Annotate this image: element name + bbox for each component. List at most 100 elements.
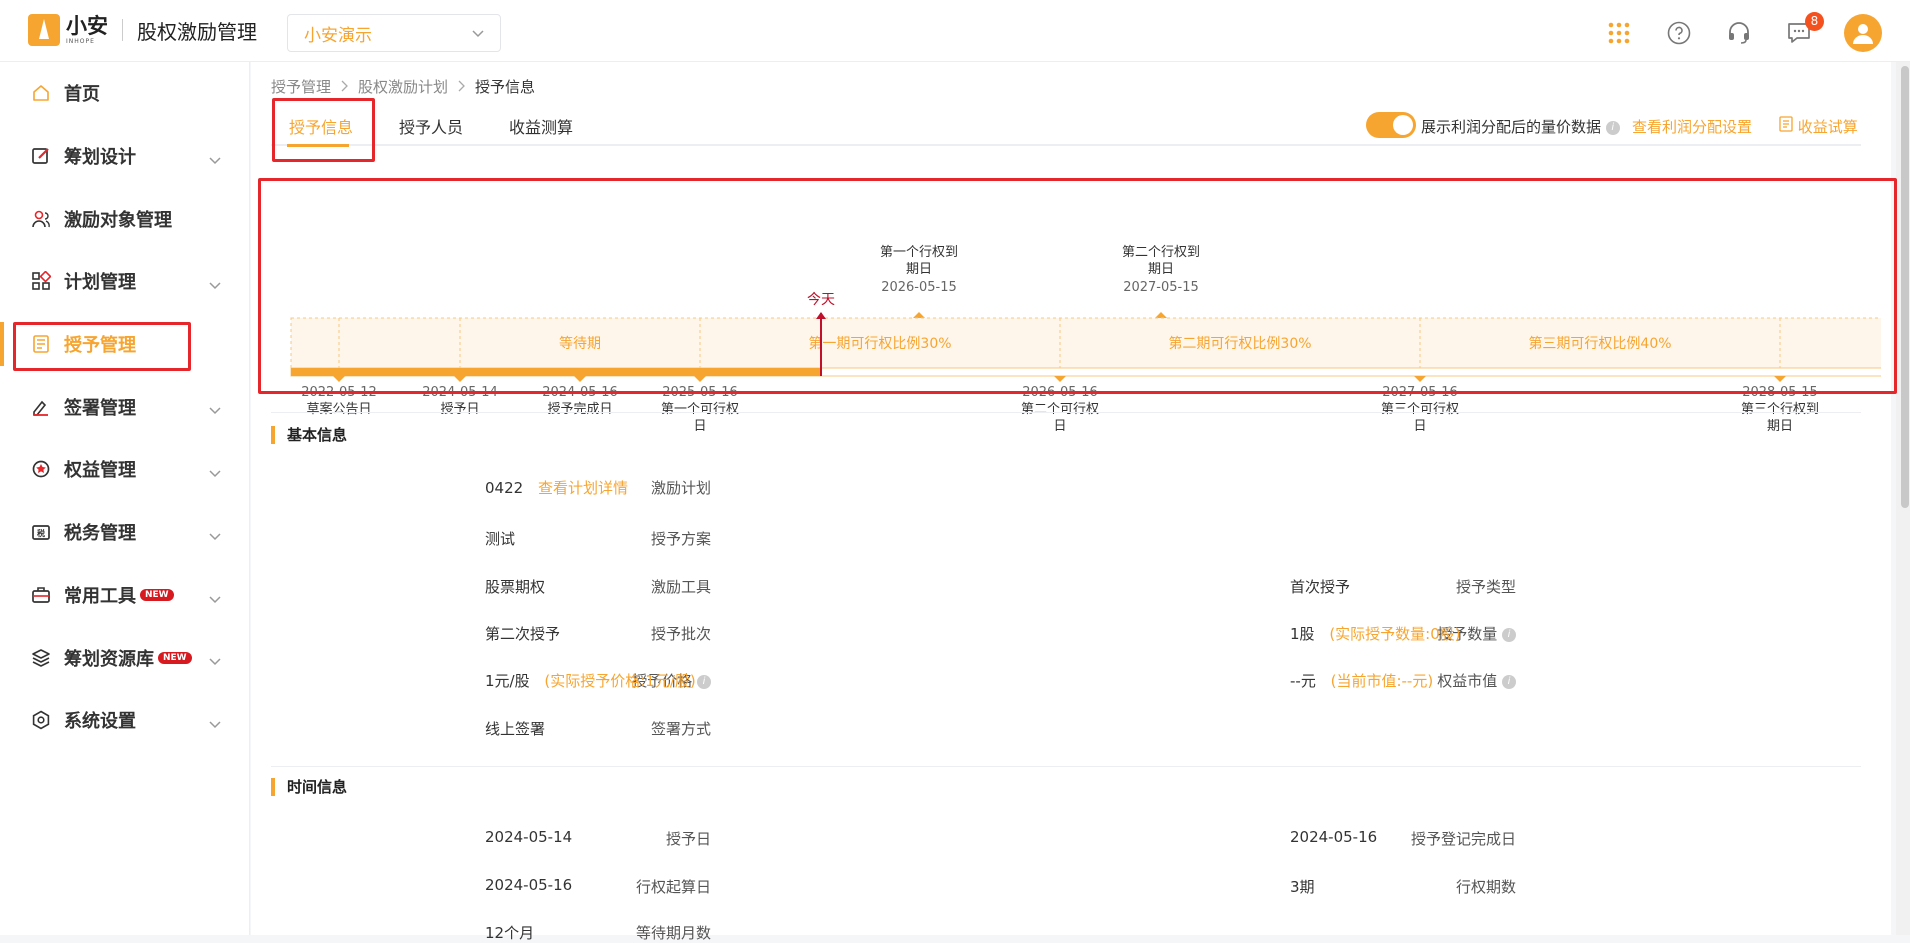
company-select[interactable]: 小安演示 bbox=[287, 14, 501, 52]
sidebar: 首页 筹划设计 激励对象管理 计划管理 授予管理 签署管理 权益管理税税务管理 常用工具 NEW… bbox=[0, 62, 250, 935]
chevron-down-icon bbox=[209, 525, 221, 546]
chevron-down-icon bbox=[209, 399, 221, 420]
logo[interactable]: 小安 INHOPE 股权激励管理 bbox=[28, 14, 257, 46]
edit-icon bbox=[30, 145, 52, 167]
info-icon[interactable]: i bbox=[1502, 674, 1516, 689]
toolbox-icon bbox=[30, 584, 52, 606]
sidebar-item-label: 筹划资源库 bbox=[64, 648, 154, 670]
field-row-grant-date: 授予日 2024-05-14 授予登记完成日 2024-05-16 bbox=[251, 828, 1891, 848]
batch-value: 第二次授予 bbox=[485, 625, 561, 643]
message-count-badge: 8 bbox=[1805, 12, 1824, 31]
exercise-start-label: 行权起算日 bbox=[635, 878, 711, 896]
market-value: --元 bbox=[1290, 672, 1316, 690]
sidebar-item-label: 权益管理 bbox=[64, 460, 136, 482]
info-icon[interactable]: i bbox=[697, 674, 711, 689]
new-badge: NEW bbox=[158, 651, 192, 664]
apps-grid-icon[interactable] bbox=[1604, 18, 1634, 48]
market-label: 权益市值 bbox=[1437, 672, 1498, 690]
scrollbar-thumb[interactable] bbox=[1901, 66, 1909, 508]
sidebar-item-label: 签署管理 bbox=[64, 397, 136, 419]
sign-label: 签署方式 bbox=[650, 720, 711, 738]
field-row-scheme: 授予方案 测试 bbox=[251, 528, 1891, 548]
breadcrumb: 授予管理 股权激励计划 授予信息 bbox=[271, 76, 535, 97]
plan-label: 激励计划 bbox=[650, 479, 711, 497]
breadcrumb-current: 授予信息 bbox=[475, 78, 536, 96]
price-value: 1元/股 bbox=[485, 672, 530, 690]
sidebar-item-4[interactable]: 计划管理 bbox=[0, 250, 249, 313]
registration-date-label: 授予登记完成日 bbox=[1410, 830, 1516, 848]
chevron-right-icon bbox=[458, 78, 465, 96]
tab-grantees[interactable]: 授予人员 bbox=[399, 114, 463, 138]
chevron-down-icon bbox=[209, 274, 221, 295]
chevron-down-icon bbox=[209, 650, 221, 671]
event-6-label-2: 日 bbox=[1413, 419, 1426, 434]
event-5-label: 第二个可行权 bbox=[1021, 401, 1099, 417]
field-row-price: 授予价格 i 1元/股 (实际授予价格:1元/股) 权益市值 i --元 (当前… bbox=[251, 670, 1891, 690]
event-7-label-2: 期日 bbox=[1767, 419, 1793, 434]
chevron-down-icon bbox=[209, 462, 221, 483]
event-4-label-2: 日 bbox=[693, 419, 706, 434]
plan-value: 0422 bbox=[485, 479, 524, 497]
info-icon[interactable]: i bbox=[1502, 627, 1516, 642]
chevron-down-icon bbox=[209, 588, 221, 609]
calculator-icon bbox=[1779, 116, 1793, 136]
chevron-right-icon bbox=[341, 78, 348, 96]
layers-icon bbox=[30, 647, 52, 669]
user-avatar-icon[interactable] bbox=[1844, 14, 1882, 52]
sidebar-item-label: 首页 bbox=[64, 84, 100, 106]
sidebar-item-label: 税务管理 bbox=[64, 523, 136, 545]
highlight-box-sidebar bbox=[13, 322, 191, 371]
tool-label: 激励工具 bbox=[650, 578, 711, 596]
batch-label: 授予批次 bbox=[650, 625, 711, 643]
settings-icon bbox=[30, 709, 52, 731]
highlight-box-tab bbox=[272, 98, 375, 162]
sidebar-item-label: 计划管理 bbox=[64, 272, 136, 294]
breadcrumb-grant-management[interactable]: 授予管理 bbox=[271, 76, 331, 97]
sidebar-item-1[interactable]: 首页 bbox=[0, 62, 249, 125]
sidebar-item-label: 激励对象管理 bbox=[64, 209, 172, 231]
info-icon[interactable]: i bbox=[1605, 120, 1620, 135]
grant-date-label: 授予日 bbox=[665, 830, 711, 848]
sidebar-item-8[interactable]: 税 税务管理 bbox=[0, 501, 249, 564]
field-row-tool: 激励工具 股票期权 授予类型 首次授予 bbox=[251, 576, 1891, 596]
sidebar-item-2[interactable]: 筹划设计 bbox=[0, 125, 249, 188]
help-icon[interactable] bbox=[1664, 18, 1694, 48]
sidebar-item-9[interactable]: 常用工具 NEW bbox=[0, 564, 249, 627]
scheme-label: 授予方案 bbox=[650, 530, 711, 548]
highlight-box-timeline bbox=[258, 178, 1897, 394]
message-icon[interactable]: 8 bbox=[1784, 12, 1824, 48]
qty-actual: (实际授予数量:0股) bbox=[1329, 625, 1461, 643]
home-icon bbox=[30, 82, 52, 104]
sidebar-item-3[interactable]: 激励对象管理 bbox=[0, 187, 249, 250]
event-2-label: 授予日 bbox=[440, 402, 479, 417]
logo-divider bbox=[122, 19, 123, 41]
income-trial-link[interactable]: 收益试算 bbox=[1779, 116, 1858, 137]
basic-info-title: 基本信息 bbox=[271, 426, 347, 444]
logo-name: 小安 bbox=[66, 13, 108, 38]
sidebar-item-7[interactable]: 权益管理 bbox=[0, 438, 249, 501]
grant-date-value: 2024-05-14 bbox=[485, 828, 573, 846]
profit-data-toggle[interactable] bbox=[1366, 112, 1416, 138]
field-row-sign: 签署方式 线上签署 bbox=[251, 718, 1891, 738]
type-value: 首次授予 bbox=[1290, 578, 1351, 596]
divider bbox=[271, 766, 1861, 767]
type-label: 授予类型 bbox=[1455, 578, 1516, 596]
sidebar-item-11[interactable]: 系统设置 bbox=[0, 689, 249, 752]
customer-service-icon[interactable] bbox=[1724, 18, 1754, 48]
tab-income-calculation[interactable]: 收益测算 bbox=[509, 114, 573, 138]
waiting-months-value: 12个月 bbox=[485, 924, 535, 942]
registration-date-value: 2024-05-16 bbox=[1290, 828, 1378, 846]
market-current: (当前市值:--元) bbox=[1330, 672, 1434, 690]
sidebar-item-10[interactable]: 筹划资源库 NEW bbox=[0, 626, 249, 689]
sign-icon bbox=[30, 396, 52, 418]
divider bbox=[271, 412, 1861, 413]
breadcrumb-plan[interactable]: 股权激励计划 bbox=[358, 76, 448, 97]
plan-detail-link[interactable]: 查看计划详情 bbox=[538, 479, 628, 497]
sidebar-item-6[interactable]: 签署管理 bbox=[0, 375, 249, 438]
chevron-down-icon bbox=[472, 23, 484, 43]
profit-settings-link[interactable]: 查看利润分配设置 bbox=[1632, 116, 1752, 137]
exercise-start-value: 2024-05-16 bbox=[485, 876, 573, 894]
new-badge: NEW bbox=[140, 588, 174, 601]
event-1-label: 草案公告日 bbox=[306, 402, 371, 417]
grid-icon bbox=[30, 270, 52, 292]
